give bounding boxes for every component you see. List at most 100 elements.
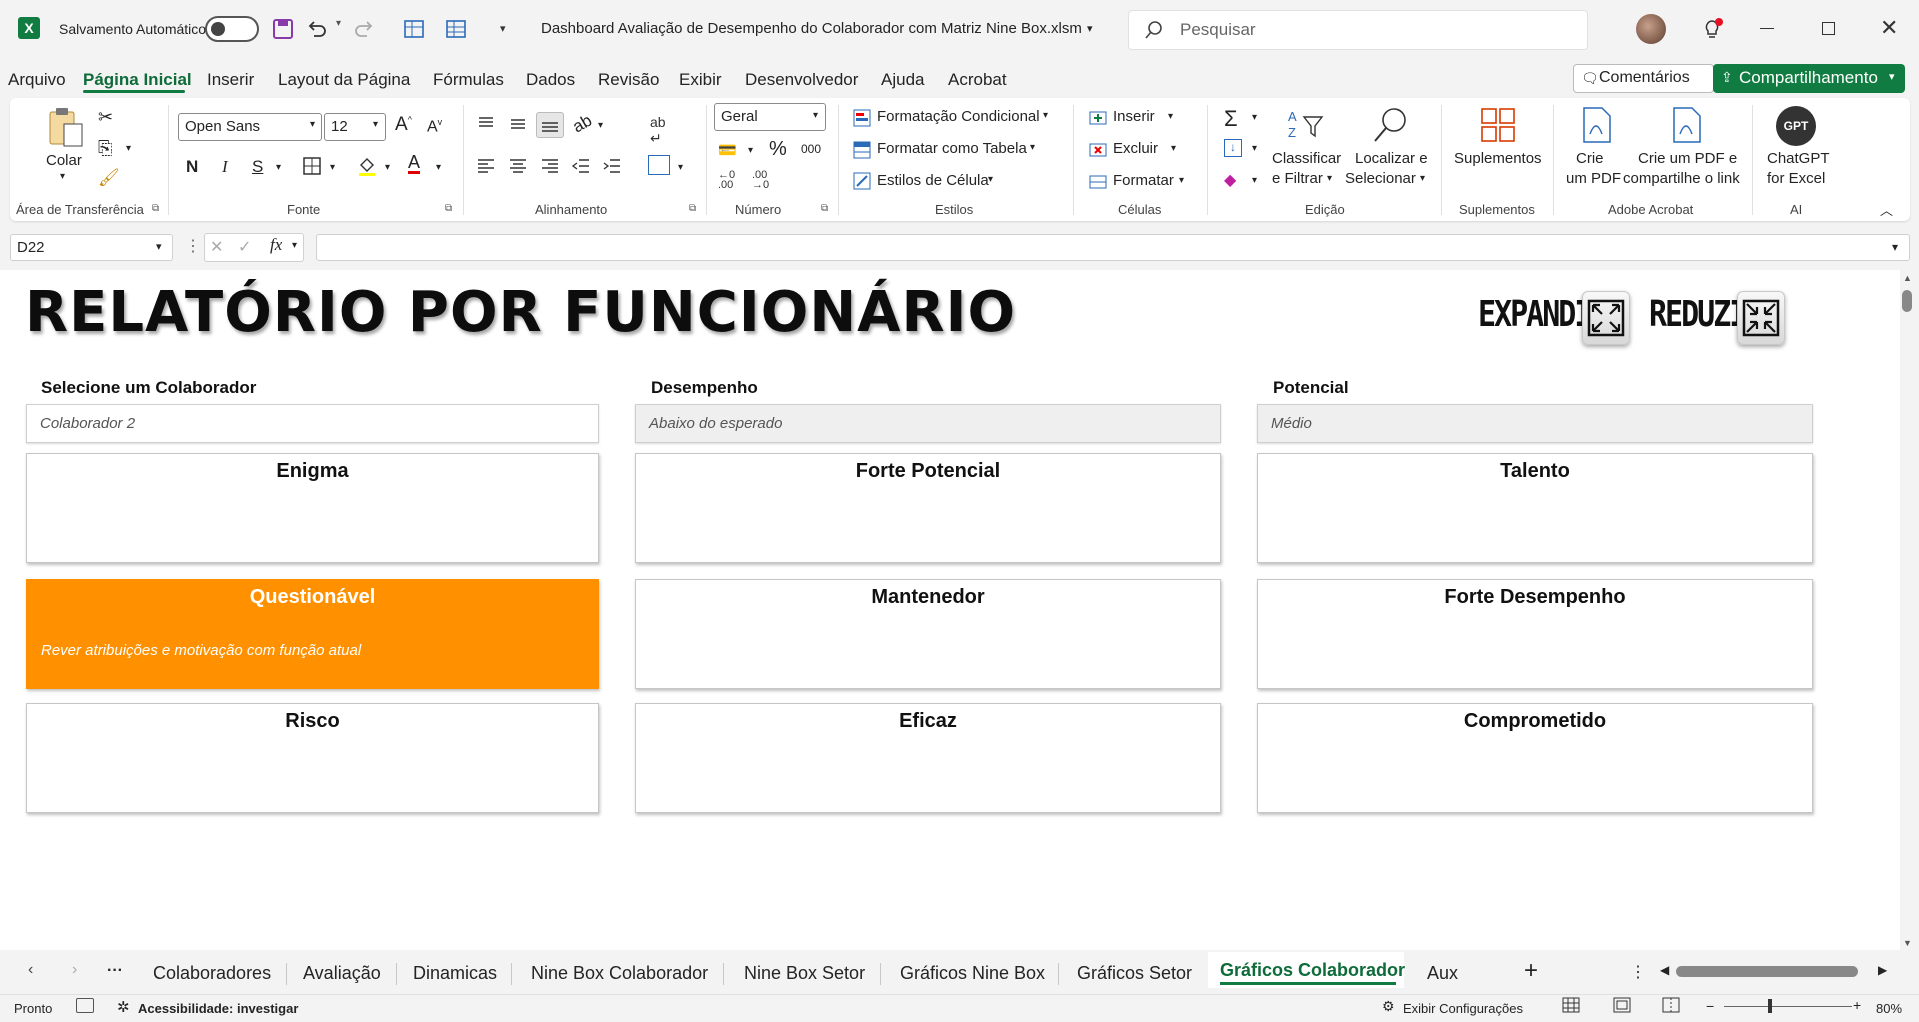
menu-arquivo[interactable]: Arquivo [8, 70, 66, 90]
number-launcher-icon[interactable]: ⧉ [821, 203, 828, 214]
format-cells-icon[interactable] [1088, 172, 1108, 197]
customize-toolbar-icon[interactable]: ▾ [500, 22, 506, 35]
vertical-scroll-thumb[interactable] [1902, 290, 1912, 312]
paste-label[interactable]: Colar [46, 152, 82, 169]
expand-button[interactable] [1582, 291, 1630, 345]
increase-decimal-icon[interactable]: ←0.00 [718, 170, 735, 191]
close-icon[interactable]: ✕ [1880, 15, 1898, 41]
tab-aux[interactable]: Aux [1427, 963, 1458, 984]
macro-record-icon[interactable] [76, 998, 94, 1013]
alignment-launcher-icon[interactable]: ⧉ [689, 203, 696, 214]
normal-view-icon[interactable] [1562, 997, 1580, 1018]
clipboard-launcher-icon[interactable]: ⧉ [152, 203, 159, 214]
horizontal-scroll-thumb[interactable] [1676, 966, 1858, 977]
insert-cells-icon[interactable] [1088, 108, 1108, 133]
undo-dropdown-icon[interactable]: ▾ [336, 18, 341, 29]
restore-icon[interactable] [1822, 22, 1835, 35]
menu-layout[interactable]: Layout da Página [278, 70, 410, 90]
expand-formula-icon[interactable]: ▾ [1892, 240, 1898, 254]
addins-icon[interactable] [1480, 107, 1516, 148]
zoom-slider-thumb[interactable] [1768, 999, 1772, 1013]
currency-icon[interactable]: 💳 [718, 141, 737, 159]
cell-styles-dropdown-icon[interactable]: ▾ [988, 174, 993, 185]
reduce-button[interactable] [1737, 291, 1785, 345]
form-icon[interactable] [403, 18, 425, 45]
conditional-format-icon[interactable] [852, 108, 872, 133]
add-sheet-button[interactable]: + [1524, 957, 1538, 985]
align-right-icon[interactable] [540, 156, 560, 181]
hscroll-left-icon[interactable]: ◀ [1660, 963, 1669, 977]
fill-icon[interactable]: ↓ [1224, 139, 1242, 157]
sort-filter-icon[interactable]: AZ [1286, 107, 1326, 148]
autosum-icon[interactable]: Σ [1224, 106, 1238, 132]
sort-filter-dropdown-icon[interactable]: ▾ [1327, 173, 1332, 184]
decrease-indent-icon[interactable] [571, 156, 591, 181]
accessibility-icon[interactable]: ✲ [117, 998, 130, 1016]
delete-cells-icon[interactable] [1088, 140, 1108, 165]
accessibility-status[interactable]: Acessibilidade: investigar [138, 1001, 298, 1016]
sort-filter-label-1[interactable]: Classificar [1272, 150, 1341, 167]
format-cells-dropdown-icon[interactable]: ▾ [1179, 175, 1184, 186]
menu-desenvolvedor[interactable]: Desenvolvedor [745, 70, 858, 90]
insert-function-button[interactable]: fx [270, 235, 282, 255]
increase-font-icon[interactable]: A^ [395, 114, 412, 136]
find-select-label-2[interactable]: Selecionar [1345, 170, 1416, 187]
next-sheet-icon[interactable]: › [72, 961, 77, 979]
decrease-decimal-icon[interactable]: .00 →0 [752, 170, 769, 191]
italic-button[interactable]: I [222, 157, 228, 177]
minimize-icon[interactable] [1760, 28, 1774, 29]
merge-dropdown-icon[interactable]: ▾ [678, 162, 683, 173]
find-select-dropdown-icon[interactable]: ▾ [1420, 173, 1425, 184]
conditional-dropdown-icon[interactable]: ▾ [1043, 110, 1048, 121]
menu-exibir[interactable]: Exibir [679, 70, 722, 90]
format-cells-button[interactable]: Formatar [1113, 172, 1174, 189]
menu-pagina-inicial[interactable]: Página Inicial [83, 70, 192, 90]
sort-filter-label-2[interactable]: e Filtrar [1272, 170, 1323, 187]
addins-button[interactable]: Suplementos [1454, 150, 1542, 167]
enter-icon[interactable]: ✓ [238, 237, 251, 257]
user-avatar[interactable] [1636, 14, 1666, 44]
find-select-icon[interactable] [1370, 105, 1410, 150]
tab-nine-box-setor[interactable]: Nine Box Setor [744, 963, 865, 984]
copy-dropdown-icon[interactable]: ▾ [126, 143, 131, 154]
tab-dinamicas[interactable]: Dinamicas [413, 963, 497, 984]
align-top-icon[interactable] [476, 114, 496, 139]
font-color-icon[interactable]: A [408, 153, 421, 174]
format-painter-icon[interactable]: 🖌 [98, 168, 120, 188]
chatgpt-label-1[interactable]: ChatGPT [1767, 150, 1830, 167]
underline-dropdown-icon[interactable]: ▾ [276, 162, 281, 173]
thousands-button[interactable]: 000 [801, 142, 821, 156]
comments-button[interactable]: 🗨 Comentários [1573, 64, 1714, 93]
menu-acrobat[interactable]: Acrobat [948, 70, 1007, 90]
menu-formulas[interactable]: Fórmulas [433, 70, 504, 90]
clear-dropdown-icon[interactable]: ▾ [1252, 175, 1257, 186]
borders-icon[interactable] [302, 156, 322, 181]
align-center-icon[interactable] [508, 156, 528, 181]
font-name-select[interactable]: Open Sans [178, 113, 322, 141]
table-icon[interactable] [445, 18, 467, 45]
currency-dropdown-icon[interactable]: ▾ [748, 145, 753, 156]
tabs-options-icon[interactable]: ⋮ [1630, 962, 1646, 982]
borders-dropdown-icon[interactable]: ▾ [330, 162, 335, 173]
delete-cells-dropdown-icon[interactable]: ▾ [1171, 143, 1176, 154]
fill-color-icon[interactable] [357, 155, 377, 182]
cancel-icon[interactable]: ✕ [210, 237, 223, 257]
font-color-dropdown-icon[interactable]: ▾ [436, 162, 441, 173]
merge-center-icon[interactable] [648, 155, 670, 175]
format-table-dropdown-icon[interactable]: ▾ [1030, 142, 1035, 153]
find-select-label-1[interactable]: Localizar e [1355, 150, 1428, 167]
create-pdf-share-icon[interactable] [1670, 106, 1702, 149]
create-pdf-label-1[interactable]: Crie [1576, 150, 1604, 167]
hscroll-right-icon[interactable]: ▶ [1878, 963, 1887, 977]
insert-cells-button[interactable]: Inserir [1113, 108, 1155, 125]
align-middle-icon[interactable] [508, 114, 528, 139]
name-box[interactable]: D22 [10, 234, 173, 261]
lightbulb-icon[interactable] [1700, 18, 1724, 47]
create-pdf-label-2[interactable]: um PDF [1566, 170, 1621, 187]
zoom-level[interactable]: 80% [1876, 1001, 1902, 1016]
create-pdf-share-label-1[interactable]: Crie um PDF e [1638, 150, 1737, 167]
scroll-down-icon[interactable]: ▼ [1903, 938, 1912, 948]
formula-input[interactable] [316, 234, 1910, 261]
font-size-dropdown-icon[interactable]: ▾ [373, 119, 378, 130]
format-table-icon[interactable] [852, 140, 872, 165]
